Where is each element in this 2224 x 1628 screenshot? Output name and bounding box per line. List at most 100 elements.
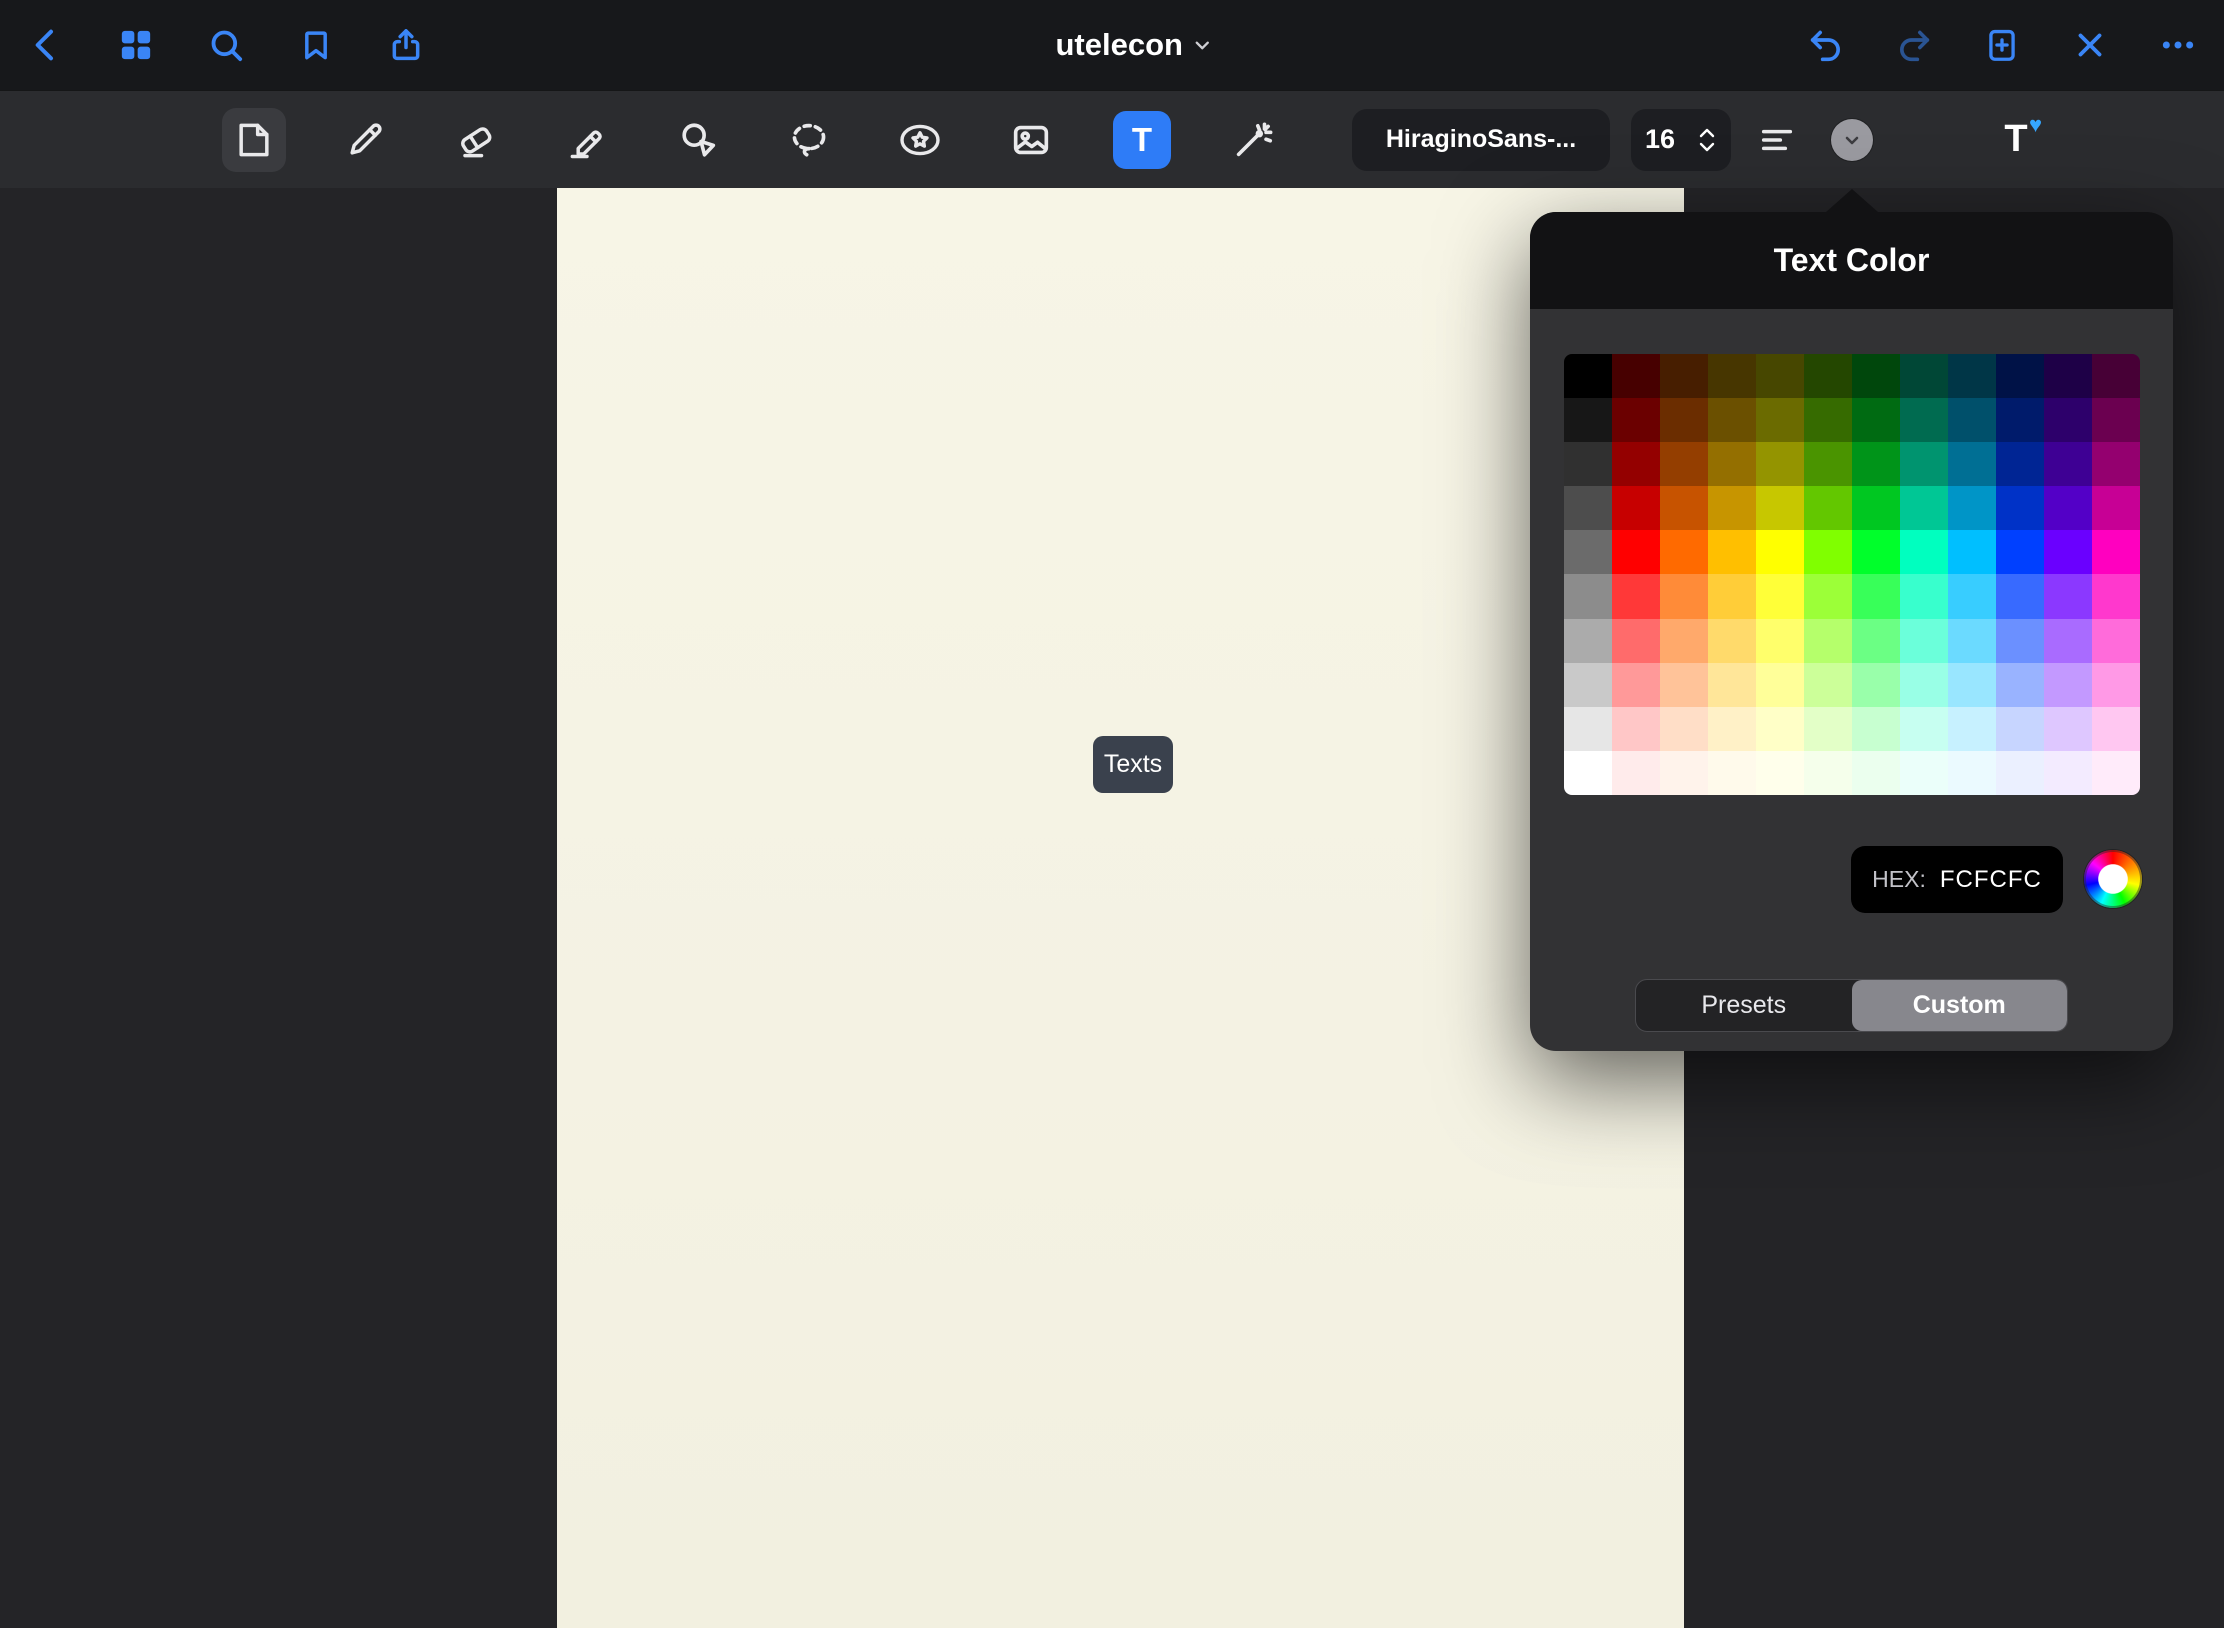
text-object[interactable]: Texts [1093, 736, 1173, 793]
color-swatch[interactable] [1804, 486, 1852, 530]
color-swatch[interactable] [1996, 486, 2044, 530]
color-swatch[interactable] [1900, 486, 1948, 530]
color-swatch[interactable] [1804, 663, 1852, 707]
text-tool[interactable]: T [1110, 108, 1174, 172]
color-swatch[interactable] [2092, 751, 2140, 795]
color-swatch[interactable] [1708, 619, 1756, 663]
color-swatch[interactable] [1708, 751, 1756, 795]
color-swatch[interactable] [1900, 619, 1948, 663]
color-wheel-icon[interactable] [2084, 850, 2142, 908]
color-swatch[interactable] [1900, 354, 1948, 398]
pen-tool[interactable] [333, 108, 397, 172]
color-swatch[interactable] [1708, 707, 1756, 751]
color-swatch[interactable] [1612, 751, 1660, 795]
color-swatch[interactable] [2092, 707, 2140, 751]
color-swatch[interactable] [1612, 530, 1660, 574]
color-swatch[interactable] [2092, 530, 2140, 574]
color-swatch[interactable] [1804, 398, 1852, 442]
bookmark-icon[interactable] [296, 25, 336, 65]
color-swatch[interactable] [1948, 663, 1996, 707]
elements-tool[interactable] [888, 108, 952, 172]
color-swatch[interactable] [1948, 619, 1996, 663]
color-swatch[interactable] [1756, 530, 1804, 574]
color-swatch[interactable] [2044, 530, 2092, 574]
color-swatch[interactable] [1564, 398, 1612, 442]
color-swatch[interactable] [1852, 751, 1900, 795]
color-swatch[interactable] [1660, 398, 1708, 442]
color-swatch[interactable] [1900, 574, 1948, 618]
color-swatch[interactable] [1948, 486, 1996, 530]
color-swatch[interactable] [1660, 663, 1708, 707]
hex-input[interactable]: HEX: FCFCFC [1851, 846, 2063, 913]
color-swatch[interactable] [1708, 354, 1756, 398]
color-swatch[interactable] [1708, 486, 1756, 530]
color-swatch[interactable] [2044, 574, 2092, 618]
color-swatch[interactable] [2044, 398, 2092, 442]
color-swatch[interactable] [1900, 707, 1948, 751]
color-swatch[interactable] [2092, 442, 2140, 486]
color-swatch[interactable] [1852, 486, 1900, 530]
color-swatch[interactable] [1660, 486, 1708, 530]
color-swatch[interactable] [1564, 354, 1612, 398]
color-swatch[interactable] [1756, 486, 1804, 530]
color-swatch[interactable] [2092, 486, 2140, 530]
color-swatch[interactable] [1660, 619, 1708, 663]
color-swatch[interactable] [1756, 707, 1804, 751]
color-swatch[interactable] [2092, 619, 2140, 663]
add-page-icon[interactable] [1982, 25, 2022, 65]
notebook-page[interactable] [557, 187, 1684, 1628]
color-swatch[interactable] [2044, 486, 2092, 530]
color-swatch[interactable] [1756, 619, 1804, 663]
color-swatch[interactable] [1852, 442, 1900, 486]
color-swatch[interactable] [1612, 486, 1660, 530]
color-swatch[interactable] [1756, 751, 1804, 795]
color-swatch[interactable] [2092, 354, 2140, 398]
color-swatch[interactable] [1660, 707, 1708, 751]
color-swatch[interactable] [1804, 530, 1852, 574]
favorite-text-style-button[interactable]: T ♥ [1986, 110, 2046, 170]
text-align-button[interactable] [1753, 116, 1801, 164]
back-icon[interactable] [26, 25, 66, 65]
color-swatch[interactable] [1996, 530, 2044, 574]
color-swatch[interactable] [1804, 619, 1852, 663]
document-title[interactable]: utelecon [1056, 27, 1213, 63]
font-size-stepper[interactable]: 16 [1631, 109, 1731, 171]
color-swatch[interactable] [1612, 442, 1660, 486]
color-swatch[interactable] [1948, 574, 1996, 618]
segment-custom[interactable]: Custom [1852, 980, 2068, 1031]
color-swatch[interactable] [1708, 442, 1756, 486]
color-swatch[interactable] [1996, 751, 2044, 795]
color-swatch[interactable] [1996, 707, 2044, 751]
color-swatch[interactable] [1996, 619, 2044, 663]
color-swatch[interactable] [1852, 398, 1900, 442]
shapes-tool[interactable] [666, 108, 730, 172]
font-button[interactable]: HiraginoSans-... [1352, 109, 1610, 171]
color-swatch[interactable] [1804, 442, 1852, 486]
color-swatch[interactable] [1996, 442, 2044, 486]
color-swatch[interactable] [1612, 398, 1660, 442]
text-color-button[interactable] [1831, 119, 1873, 161]
color-swatch[interactable] [1564, 530, 1612, 574]
color-swatch[interactable] [1564, 486, 1612, 530]
color-swatch[interactable] [1948, 751, 1996, 795]
color-swatch[interactable] [2044, 707, 2092, 751]
color-swatch[interactable] [1996, 398, 2044, 442]
color-swatch[interactable] [1900, 751, 1948, 795]
color-swatch[interactable] [1804, 574, 1852, 618]
image-tool[interactable] [999, 108, 1063, 172]
color-swatch[interactable] [2044, 354, 2092, 398]
more-icon[interactable] [2158, 25, 2198, 65]
search-icon[interactable] [206, 25, 246, 65]
color-swatch[interactable] [1564, 574, 1612, 618]
color-swatch[interactable] [1900, 442, 1948, 486]
laser-pointer-tool[interactable] [1221, 108, 1285, 172]
color-swatch[interactable] [1852, 707, 1900, 751]
color-swatch[interactable] [1804, 751, 1852, 795]
color-swatch[interactable] [1900, 530, 1948, 574]
color-swatch[interactable] [2044, 751, 2092, 795]
color-swatch[interactable] [1948, 530, 1996, 574]
color-swatch[interactable] [1660, 354, 1708, 398]
color-swatch[interactable] [1852, 663, 1900, 707]
color-swatch[interactable] [1708, 398, 1756, 442]
color-swatch[interactable] [1852, 574, 1900, 618]
